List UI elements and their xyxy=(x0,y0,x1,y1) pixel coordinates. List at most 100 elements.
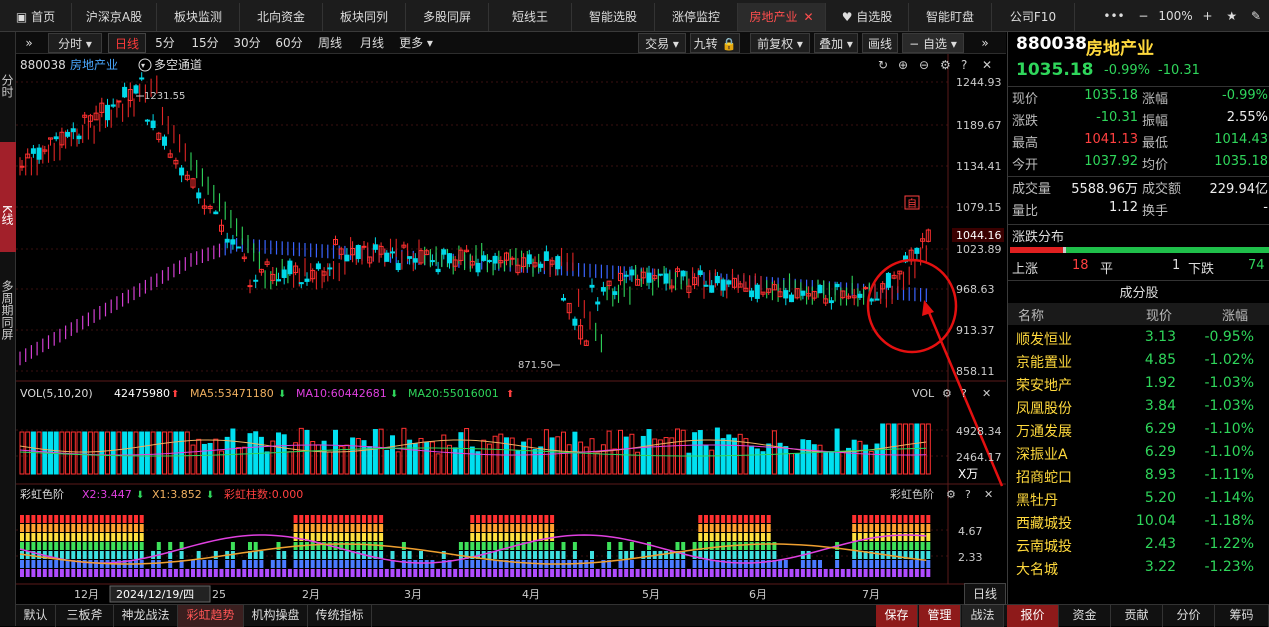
adjust-button[interactable]: 前复权 ▾ xyxy=(750,33,810,53)
rainbow-settings-icon[interactable]: ⚙ xyxy=(946,488,956,501)
rainbow-bar-segment xyxy=(875,551,879,559)
expand-right-icon[interactable]: » xyxy=(972,33,998,53)
bottom-tab-traditional[interactable]: 传统指标 xyxy=(308,605,372,627)
timeshare-button[interactable]: 分时 ▾ xyxy=(48,33,102,53)
close-icon[interactable]: ✕ xyxy=(803,10,813,24)
rainbow-bar-segment xyxy=(886,542,891,550)
left-tab-timeshare[interactable]: 分时 xyxy=(0,66,16,106)
manage-button[interactable]: 管理 xyxy=(919,605,961,627)
rainbow-bar-segment xyxy=(920,533,925,541)
rainbow-bar-segment xyxy=(761,551,765,559)
quote-tab-chips[interactable]: 筹码 xyxy=(1215,605,1269,627)
settings-icon[interactable]: ⚙ xyxy=(940,58,951,72)
period-label[interactable]: 日线 xyxy=(964,583,1006,605)
rainbow-bar-segment xyxy=(31,524,36,532)
rainbow-bar-segment xyxy=(65,542,70,550)
edit-icon[interactable]: ✎ xyxy=(1251,9,1261,23)
bottom-tab-three-axe[interactable]: 三板斧 xyxy=(56,605,114,627)
tab-company-f10[interactable]: 公司F10 xyxy=(992,3,1075,31)
rainbow-bar-segment xyxy=(128,542,133,550)
monthly-button[interactable]: 月线 xyxy=(354,33,390,53)
list-item[interactable]: 大名城 3.22 -1.23% xyxy=(1008,558,1269,581)
quote-tab-price-dist[interactable]: 分价 xyxy=(1163,605,1215,627)
tab-limit-up[interactable]: 涨停监控 xyxy=(655,3,738,31)
tab-home[interactable]: ▣ 首页 xyxy=(0,3,72,31)
header-price[interactable]: 现价 xyxy=(1146,305,1172,324)
rainbow-close-icon[interactable]: ✕ xyxy=(984,488,993,501)
refresh-icon[interactable]: ↻ xyxy=(878,58,888,72)
header-pct[interactable]: 涨幅 xyxy=(1222,305,1248,324)
more-button[interactable]: 更多 ▾ xyxy=(394,33,438,53)
rainbow-bar-segment xyxy=(151,569,156,577)
expand-icon[interactable]: » xyxy=(20,33,38,53)
list-item[interactable]: 万通发展 6.29 -1.10% xyxy=(1008,420,1269,443)
close-panel-icon[interactable]: ✕ xyxy=(982,58,992,72)
list-item[interactable]: 黑牡丹 5.20 -1.14% xyxy=(1008,489,1269,512)
tab-smart-pick[interactable]: 智能选股 xyxy=(572,3,655,31)
quote-tab-funds[interactable]: 资金 xyxy=(1059,605,1111,627)
overlay-button[interactable]: 叠加 ▾ xyxy=(814,33,858,53)
kline-chart[interactable]: 880038 房地产业 ▾ 多空通道 ↻ ⊕ ⊖ ⚙ ? ✕ 1244.93 11… xyxy=(16,54,1006,604)
quote-tab-contribution[interactable]: 贡献 xyxy=(1111,605,1163,627)
rainbow-bar-segment xyxy=(761,569,765,577)
candle xyxy=(703,284,709,287)
save-button[interactable]: 保存 xyxy=(876,605,918,627)
weekly-button[interactable]: 周线 xyxy=(312,33,348,53)
star-icon[interactable]: ★ xyxy=(1226,9,1237,23)
tab-multi-stock[interactable]: 多股同屏 xyxy=(406,3,489,31)
x-label-feb: 2月 xyxy=(302,588,320,601)
plus-icon[interactable]: ⊕ xyxy=(898,58,908,72)
tab-sector-compare[interactable]: 板块同列 xyxy=(323,3,406,31)
bottom-tab-rainbow[interactable]: 彩虹趋势 xyxy=(178,605,244,627)
list-item[interactable]: 深振业A 6.29 -1.10% xyxy=(1008,443,1269,466)
daily-button[interactable]: 日线 xyxy=(108,33,146,53)
list-item[interactable]: 顺发恒业 3.13 -0.95% xyxy=(1008,328,1269,351)
list-item[interactable]: 西藏城投 10.04 -1.18% xyxy=(1008,512,1269,535)
zoom-in-icon[interactable]: + xyxy=(1202,9,1212,23)
left-tab-multi-period[interactable]: 多周期同屏 xyxy=(0,260,16,360)
rainbow-bar-segment xyxy=(852,569,857,577)
custom-select[interactable]: − 自选 ▾ xyxy=(902,33,964,53)
rainbow-bar-segment xyxy=(305,515,309,523)
minus-icon[interactable]: ⊖ xyxy=(919,58,929,72)
header-name[interactable]: 名称 xyxy=(1018,305,1044,324)
15min-button[interactable]: 15分 xyxy=(186,33,224,53)
indicator-name[interactable]: 多空通道 xyxy=(154,58,202,72)
bottom-tab-default[interactable]: 默认 xyxy=(16,605,56,627)
more-icon[interactable]: ••• xyxy=(1103,9,1124,23)
volume-settings-icon[interactable]: ⚙ xyxy=(942,387,952,400)
tab-a-shares[interactable]: 沪深京A股 xyxy=(72,3,157,31)
bottom-tab-institution[interactable]: 机构操盘 xyxy=(244,605,308,627)
left-tab-kline[interactable]: K线 xyxy=(0,142,16,252)
tab-real-estate[interactable]: 房地产业 ✕ xyxy=(738,3,826,31)
tab-watchlist[interactable]: ♥ 自选股 xyxy=(826,3,909,31)
tab-northbound[interactable]: 北向资金 xyxy=(240,3,323,31)
trade-button[interactable]: 交易 ▾ xyxy=(638,33,686,53)
help-icon[interactable]: ? xyxy=(961,58,967,72)
list-item[interactable]: 凤凰股份 3.84 -1.03% xyxy=(1008,397,1269,420)
30min-button[interactable]: 30分 xyxy=(228,33,266,53)
rainbow-bar-segment xyxy=(892,542,897,550)
draw-button[interactable]: 画线 xyxy=(862,33,898,53)
list-item[interactable]: 京能置业 4.85 -1.02% xyxy=(1008,351,1269,374)
60min-button[interactable]: 60分 xyxy=(270,33,308,53)
volume-help-icon[interactable]: ? xyxy=(961,387,967,400)
kline-chart-area[interactable]: 880038 房地产业 ▾ 多空通道 ↻ ⊕ ⊖ ⚙ ? ✕ 1244.93 11… xyxy=(16,54,1006,604)
tab-sector-monitor[interactable]: 板块监测 xyxy=(157,3,240,31)
list-item[interactable]: 云南城投 2.43 -1.22% xyxy=(1008,535,1269,558)
rainbow-bar-segment xyxy=(128,524,133,532)
bottom-tab-dragon[interactable]: 神龙战法 xyxy=(114,605,178,627)
tab-smart-watch[interactable]: 智能盯盘 xyxy=(909,3,992,31)
rainbow-bar-segment xyxy=(892,533,897,541)
quote-tab-price[interactable]: 报价 xyxy=(1007,605,1059,627)
zoom-out-icon[interactable]: − xyxy=(1138,9,1148,23)
rainbow-bar-segment xyxy=(265,569,270,577)
rainbow-help-icon[interactable]: ? xyxy=(965,488,971,501)
5min-button[interactable]: 5分 xyxy=(148,33,182,53)
nine-turn-button[interactable]: 九转 🔒 xyxy=(690,33,740,53)
tab-short-king[interactable]: 短线王 xyxy=(489,3,572,31)
volume-close-icon[interactable]: ✕ xyxy=(982,387,991,400)
list-item[interactable]: 招商蛇口 8.93 -1.11% xyxy=(1008,466,1269,489)
list-item[interactable]: 荣安地产 1.92 -1.03% xyxy=(1008,374,1269,397)
strategy-button[interactable]: 战法 xyxy=(962,605,1004,627)
